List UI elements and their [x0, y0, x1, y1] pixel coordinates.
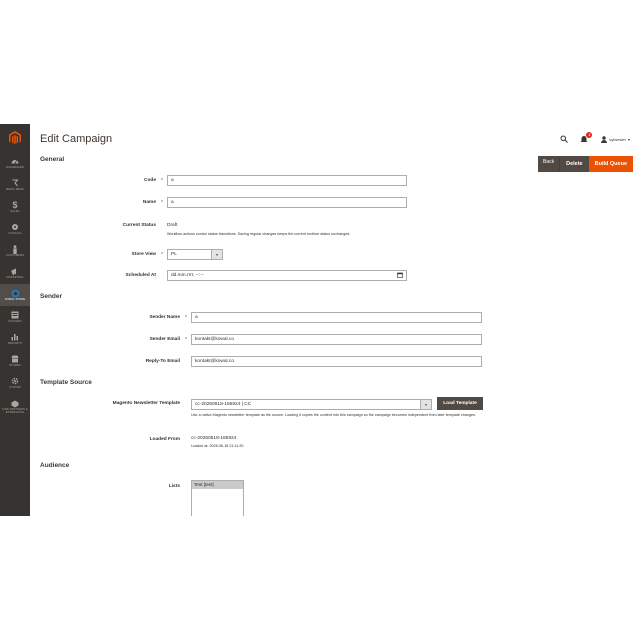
sidebar-item-customers[interactable]: CUSTOMERS: [0, 240, 30, 262]
loaded-at-value: Loaded at: 2026-06-18 21:11:20: [191, 444, 244, 448]
sidebar-item-stores[interactable]: STORES: [0, 350, 30, 372]
reply-to-email-input[interactable]: kontakt@kowal.co: [191, 356, 482, 367]
section-title-audience: Audience: [40, 462, 70, 469]
loaded-from-value: cc-20260618-185924: [191, 436, 237, 441]
chevron-down-icon[interactable]: ▾: [628, 137, 630, 142]
sidebar-item-extensions[interactable]: FIND PARTNERS & EXTENSIONS: [0, 394, 30, 420]
dashboard-icon: [10, 157, 20, 166]
content-icon: [10, 311, 20, 320]
admin-frame: DASHBOARD MEDIA MENU $ SALES CATALOG CUS…: [0, 124, 640, 516]
chevron-down-icon: ▾: [211, 250, 222, 259]
build-queue-button[interactable]: Build Queue: [588, 156, 633, 172]
current-status-label: Current Status: [122, 223, 156, 228]
sidebar-item-catalog[interactable]: CATALOG: [0, 218, 30, 240]
lists-multiselect[interactable]: Test [test]: [191, 480, 244, 516]
newsletter-template-select[interactable]: cc-20260618-185924 | CC ▾: [191, 399, 432, 410]
sidebar-item-content[interactable]: CONTENT: [0, 306, 30, 328]
notifications-bell-icon[interactable]: 1: [579, 132, 593, 144]
required-marker: *: [161, 252, 163, 258]
scheduled-at-placeholder: dd.mm.rrrr, --:--: [171, 273, 204, 278]
sender-name-label: Sender Name: [149, 315, 180, 320]
code-label: Code: [144, 178, 156, 183]
sender-email-label: Sender Email: [149, 337, 180, 342]
stores-icon: [10, 355, 20, 364]
sidebar-item-system[interactable]: SYSTEM: [0, 372, 30, 394]
template-selected: cc-20260618-185924 | CC: [195, 402, 252, 407]
back-button[interactable]: Back: [537, 156, 560, 172]
search-icon[interactable]: [559, 134, 569, 144]
scheduled-at-input[interactable]: dd.mm.rrrr, --:--: [167, 270, 407, 281]
sender-email-input[interactable]: kontakt@kowal.co: [191, 334, 482, 345]
sender-name-input[interactable]: a: [191, 312, 482, 323]
sidebar-item-dashboard[interactable]: DASHBOARD: [0, 152, 30, 174]
current-status-note: Workflow actions control status transiti…: [167, 232, 351, 236]
reports-icon: [10, 333, 20, 342]
user-account-name[interactable]: sylwester: [609, 137, 626, 142]
store-view-selected: PL: [171, 252, 177, 257]
required-marker: *: [185, 337, 187, 343]
template-note: Use a native Magento newsletter template…: [191, 413, 476, 417]
store-view-select[interactable]: PL ▾: [167, 249, 223, 260]
loaded-from-label: Loaded From: [149, 437, 180, 442]
template-label: Magento Newsletter Template: [112, 401, 180, 406]
section-title-general: General: [40, 156, 65, 163]
page-actions: Back Delete Build Queue: [537, 156, 633, 172]
magento-logo-icon[interactable]: [0, 124, 30, 152]
current-status-value: Draft: [167, 223, 178, 228]
reply-to-email-label: Reply-To Email: [145, 359, 180, 364]
delete-button[interactable]: Delete: [559, 156, 589, 172]
header-actions: 1 sylwester ▾: [549, 132, 630, 144]
required-marker: *: [161, 178, 163, 184]
page-content: Edit Campaign 1 sylwester ▾ Back Delete …: [30, 124, 640, 516]
section-title-template-source: Template Source: [40, 379, 92, 386]
code-input[interactable]: a: [167, 175, 407, 186]
system-icon: [10, 377, 20, 386]
load-template-button[interactable]: Load Template: [437, 397, 483, 410]
name-input[interactable]: a: [167, 197, 407, 208]
kowal-store-icon: [10, 289, 20, 298]
sidebar-item-reports[interactable]: REPORTS: [0, 328, 30, 350]
page-title: Edit Campaign: [40, 133, 113, 145]
list-item[interactable]: Test [test]: [192, 481, 243, 489]
name-label: Name: [142, 200, 156, 205]
chevron-down-icon: ▾: [420, 400, 431, 409]
store-view-label: Store View: [131, 252, 156, 257]
user-icon[interactable]: [601, 134, 608, 144]
notification-count-badge: 1: [586, 132, 593, 138]
sidebar-item-kowal-store[interactable]: KOWAL STORE: [0, 284, 30, 306]
lists-label: Lists: [168, 484, 180, 489]
section-title-sender: Sender: [40, 293, 63, 300]
calendar-icon[interactable]: [397, 272, 403, 282]
scheduled-at-label: Scheduled At: [125, 273, 156, 278]
required-marker: *: [161, 200, 163, 206]
required-marker: *: [185, 315, 187, 321]
extensions-icon: [10, 399, 20, 408]
